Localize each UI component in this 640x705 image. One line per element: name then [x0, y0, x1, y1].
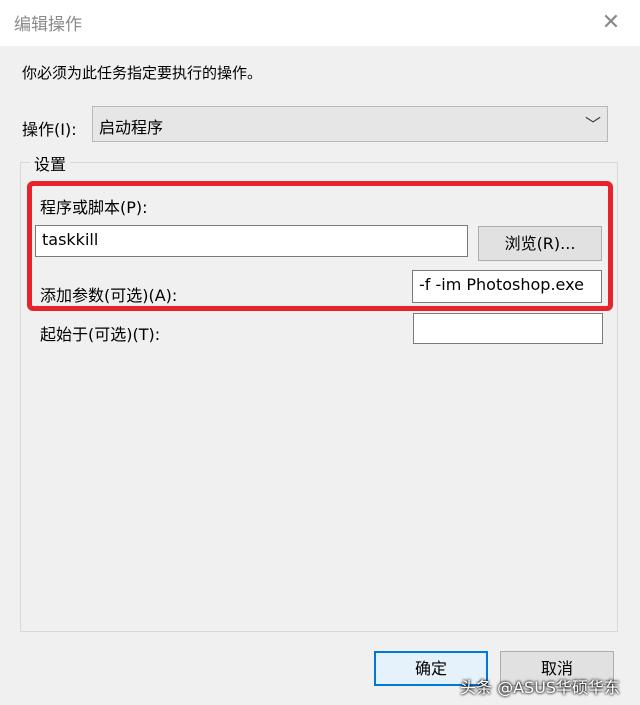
start-in-input[interactable]	[413, 313, 603, 344]
chevron-down-icon[interactable]: ﹀	[585, 111, 601, 135]
window-title: 编辑操作	[14, 15, 82, 35]
action-label: 操作(I):	[22, 120, 77, 139]
action-select[interactable]: 启动程序 ﹀	[92, 106, 608, 142]
title-bar: 编辑操作 ✕	[0, 0, 640, 46]
watermark: 头条 @ASUS华硕华东	[460, 678, 621, 697]
close-icon[interactable]: ✕	[596, 8, 626, 38]
instruction-text: 你必须为此任务指定要执行的操作。	[22, 64, 263, 82]
start-in-label: 起始于(可选)(T):	[40, 325, 161, 344]
action-select-value: 启动程序	[99, 118, 164, 137]
settings-group-title: 设置	[30, 151, 71, 175]
highlight-annotation-box	[27, 181, 613, 311]
